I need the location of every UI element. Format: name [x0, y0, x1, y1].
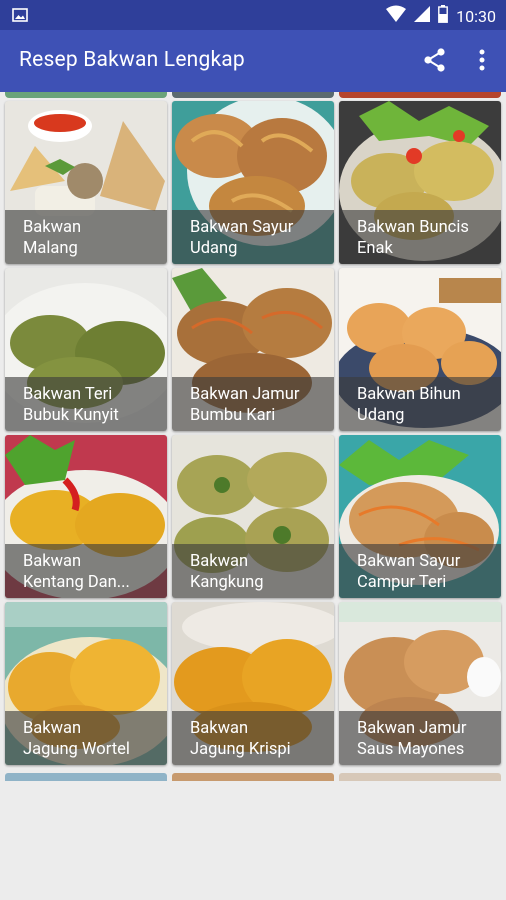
recipe-card-bakwan-malang[interactable]: Bakwan Malang [5, 101, 167, 264]
app-title: Resep Bakwan Lengkap [19, 48, 245, 72]
recipe-title: Bakwan Teri Bubuk Kunyit [23, 385, 119, 425]
signal-icon [414, 5, 431, 27]
recipe-title: Bakwan Kentang Dan... [23, 552, 130, 592]
next-row-tile [5, 773, 167, 781]
recipe-caption: Bakwan Teri Bubuk Kunyit [5, 377, 167, 431]
recipe-card-bakwan-sayur-campur-teri[interactable]: Bakwan Sayur Campur Teri [339, 435, 501, 598]
previous-row-tile [339, 92, 501, 98]
recipe-card-bakwan-teri-bubuk-kunyit[interactable]: Bakwan Teri Bubuk Kunyit [5, 268, 167, 431]
recipe-card-bakwan-sayur-udang[interactable]: Bakwan Sayur Udang [172, 101, 334, 264]
image-notification-icon [12, 7, 28, 27]
recipe-caption: Bakwan Jamur Saus Mayones [339, 711, 501, 765]
recipe-title: Bakwan Jamur Bumbu Kari [190, 385, 300, 425]
recipe-title: Bakwan Sayur Udang [190, 218, 294, 258]
status-bar: 10:30 [0, 0, 506, 30]
recipe-caption: Bakwan Kentang Dan... [5, 544, 167, 598]
more-vert-icon[interactable] [470, 47, 494, 73]
recipe-card-bakwan-kangkung[interactable]: Bakwan Kangkung [172, 435, 334, 598]
recipe-title: Bakwan Sayur Campur Teri [357, 552, 461, 592]
recipe-caption: Bakwan Bihun Udang [339, 377, 501, 431]
wifi-icon [386, 5, 407, 27]
share-icon[interactable] [422, 47, 448, 73]
recipe-caption: Bakwan Jamur Bumbu Kari [172, 377, 334, 431]
recipe-caption: Bakwan Kangkung [172, 544, 334, 598]
recipe-title: Bakwan Jagung Wortel [23, 719, 130, 759]
recipe-caption: Bakwan Jagung Krispi [172, 711, 334, 765]
recipe-grid: Bakwan Malang Bakwan Sayur Udang Bakwan … [0, 92, 506, 782]
previous-row-tile [172, 92, 334, 98]
recipe-title: Bakwan Bihun Udang [357, 385, 461, 425]
recipe-caption: Bakwan Sayur Udang [172, 210, 334, 264]
recipe-card-bakwan-jagung-krispi[interactable]: Bakwan Jagung Krispi [172, 602, 334, 765]
recipe-caption: Bakwan Sayur Campur Teri [339, 544, 501, 598]
recipe-caption: Bakwan Jagung Wortel [5, 711, 167, 765]
recipe-card-bakwan-jagung-wortel[interactable]: Bakwan Jagung Wortel [5, 602, 167, 765]
recipe-caption: Bakwan Buncis Enak [339, 210, 501, 264]
recipe-card-bakwan-jamur-saus-mayones[interactable]: Bakwan Jamur Saus Mayones [339, 602, 501, 765]
recipe-title: Bakwan Buncis Enak [357, 218, 469, 258]
app-bar: Resep Bakwan Lengkap [0, 30, 506, 92]
status-time: 10:30 [456, 6, 496, 26]
battery-icon [438, 5, 449, 27]
previous-row-tile [5, 92, 167, 98]
recipe-card-bakwan-bihun-udang[interactable]: Bakwan Bihun Udang [339, 268, 501, 431]
recipe-card-bakwan-kentang-dan[interactable]: Bakwan Kentang Dan... [5, 435, 167, 598]
recipe-title: Bakwan Jagung Krispi [190, 719, 291, 759]
next-row-tile [172, 773, 334, 781]
recipe-caption: Bakwan Malang [5, 210, 167, 264]
recipe-title: Bakwan Kangkung [190, 552, 264, 592]
recipe-title: Bakwan Jamur Saus Mayones [357, 719, 467, 759]
recipe-card-bakwan-jamur-bumbu-kari[interactable]: Bakwan Jamur Bumbu Kari [172, 268, 334, 431]
next-row-tile [339, 773, 501, 781]
recipe-title: Bakwan Malang [23, 218, 82, 258]
recipe-card-bakwan-buncis-enak[interactable]: Bakwan Buncis Enak [339, 101, 501, 264]
